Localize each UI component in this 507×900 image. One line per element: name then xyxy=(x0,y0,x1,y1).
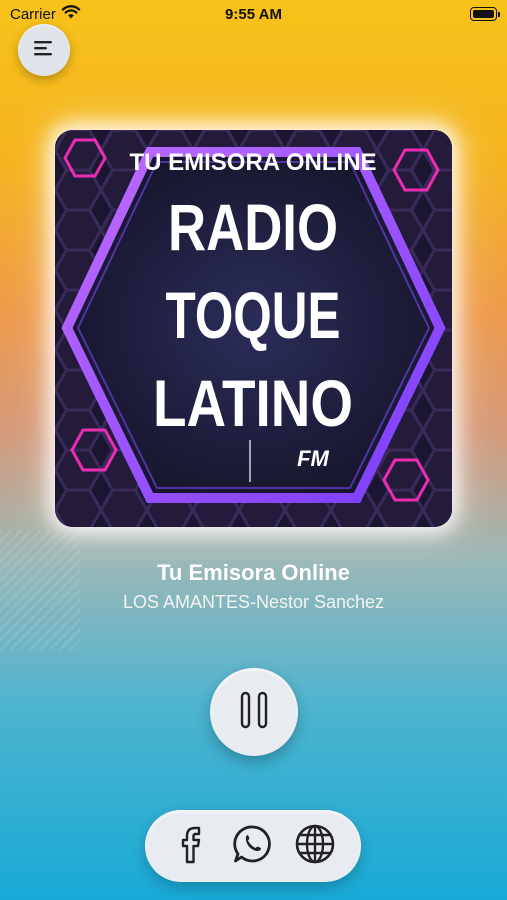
station-artwork: TU EMISORA ONLINE RADIO TOQUE LATINO FM xyxy=(55,130,452,527)
pause-icon xyxy=(239,690,269,735)
decorative-stripes xyxy=(0,530,80,650)
track-title: LOS AMANTES-Nestor Sanchez xyxy=(122,592,385,612)
status-bar: Carrier 9:55 AM xyxy=(0,0,507,28)
battery-icon xyxy=(470,7,500,21)
whatsapp-icon xyxy=(232,823,274,870)
status-time: 9:55 AM xyxy=(225,6,282,23)
artwork-line-1: RADIO xyxy=(168,190,338,264)
station-title: Tu Emisora Online xyxy=(157,560,350,585)
facebook-icon xyxy=(177,824,205,869)
website-button[interactable] xyxy=(293,824,337,868)
facebook-button[interactable] xyxy=(169,824,213,868)
artwork-tagline: TU EMISORA ONLINE xyxy=(129,149,376,176)
whatsapp-button[interactable] xyxy=(231,824,275,868)
menu-button[interactable] xyxy=(18,24,70,76)
menu-icon xyxy=(32,39,56,62)
globe-icon xyxy=(294,823,336,870)
pause-button[interactable] xyxy=(210,668,298,756)
artwork-line-2: TOQUE xyxy=(166,278,341,352)
artwork-fm: FM xyxy=(297,446,329,471)
social-links-bar xyxy=(145,810,361,882)
artwork-line-3: LATINO xyxy=(153,366,353,440)
